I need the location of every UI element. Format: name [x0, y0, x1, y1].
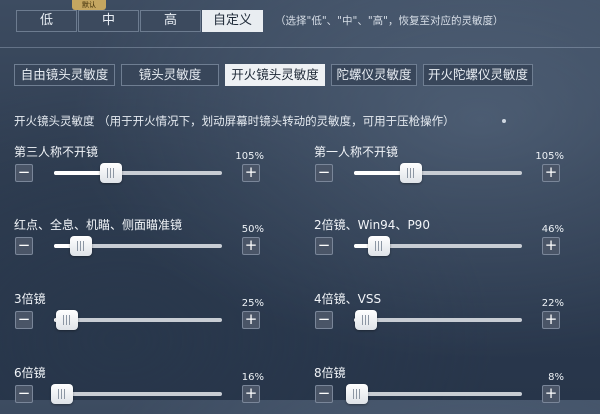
- preset-custom-button[interactable]: 自定义: [202, 10, 263, 32]
- slider-label: 红点、全息、机瞄、侧面瞄准镜: [14, 218, 183, 232]
- grip-line: [381, 241, 383, 251]
- slider-label: 2倍镜、Win94、P90: [314, 218, 430, 232]
- grip-line: [407, 168, 409, 178]
- grip-line: [364, 315, 366, 325]
- decrease-button[interactable]: −: [315, 237, 333, 255]
- preset-low-button[interactable]: 低: [16, 10, 77, 32]
- slider-value: 46%: [541, 224, 564, 235]
- slider-thumb[interactable]: [56, 310, 79, 330]
- grip-line: [82, 241, 84, 251]
- increase-button[interactable]: +: [242, 237, 260, 255]
- slider-track[interactable]: [54, 163, 222, 183]
- slider-track[interactable]: [354, 163, 522, 183]
- slider-thumb[interactable]: [100, 163, 123, 183]
- slider-red-dot: 红点、全息、机瞄、侧面瞄准镜 50% − +: [14, 216, 264, 266]
- slider-track[interactable]: [354, 310, 522, 330]
- grip-line: [410, 168, 412, 178]
- increase-button[interactable]: +: [542, 311, 560, 329]
- slider-label: 第一人称不开镜: [314, 145, 399, 159]
- slider-third-person: 第三人称不开镜 105% − +: [14, 143, 264, 193]
- preset-selector: 低 中 高 自定义: [16, 10, 264, 32]
- grip-line: [76, 241, 78, 251]
- decrease-button[interactable]: −: [315, 385, 333, 403]
- default-badge: 默认: [72, 0, 106, 10]
- slider-value: 105%: [235, 151, 264, 162]
- grip-line: [79, 241, 81, 251]
- grip-line: [413, 168, 415, 178]
- grip-line: [356, 389, 358, 399]
- slider-thumb[interactable]: [354, 310, 377, 330]
- grip-line: [359, 389, 361, 399]
- slider-track[interactable]: [54, 310, 222, 330]
- preset-high-button[interactable]: 高: [140, 10, 201, 32]
- slider-8x-scope: 8倍镜 8% − +: [314, 364, 564, 414]
- slider-thumb[interactable]: [51, 384, 74, 404]
- section-title: 开火镜头灵敏度 （用于开火情况下，划动屏幕时镜头转动的灵敏度，可用于压枪操作）: [14, 114, 455, 128]
- slider-6x-scope: 6倍镜 16% − +: [14, 364, 264, 414]
- slider-label: 第三人称不开镜: [14, 145, 99, 159]
- grip-line: [66, 315, 68, 325]
- grip-line: [113, 168, 115, 178]
- slider-thumb[interactable]: [368, 236, 391, 256]
- slider-value: 22%: [541, 298, 564, 309]
- slider-value: 25%: [241, 298, 264, 309]
- slider-2x-scope: 2倍镜、Win94、P90 46% − +: [314, 216, 564, 266]
- grip-line: [378, 241, 380, 251]
- grip-line: [61, 389, 63, 399]
- slider-value: 8%: [548, 372, 564, 383]
- decorative-dot: [502, 119, 506, 123]
- tab-camera[interactable]: 镜头灵敏度: [121, 64, 219, 86]
- tab-gyroscope[interactable]: 陀螺仪灵敏度: [331, 64, 417, 86]
- slider-thumb[interactable]: [346, 384, 369, 404]
- slider-value: 50%: [241, 224, 264, 235]
- grip-line: [58, 389, 60, 399]
- slider-label: 3倍镜: [14, 292, 46, 306]
- increase-button[interactable]: +: [242, 311, 260, 329]
- decrease-button[interactable]: −: [15, 237, 33, 255]
- slider-thumb[interactable]: [69, 236, 92, 256]
- decrease-button[interactable]: −: [15, 164, 33, 182]
- sensitivity-tabs: 自由镜头灵敏度 镜头灵敏度 开火镜头灵敏度 陀螺仪灵敏度 开火陀螺仪灵敏度: [14, 64, 539, 86]
- grip-line: [107, 168, 109, 178]
- decrease-button[interactable]: −: [15, 385, 33, 403]
- slider-4x-scope: 4倍镜、VSS 22% − +: [314, 290, 564, 340]
- decrease-button[interactable]: −: [315, 164, 333, 182]
- grip-line: [64, 389, 66, 399]
- decrease-button[interactable]: −: [315, 311, 333, 329]
- increase-button[interactable]: +: [542, 164, 560, 182]
- slider-value: 105%: [535, 151, 564, 162]
- grip-line: [367, 315, 369, 325]
- slider-label: 6倍镜: [14, 366, 46, 380]
- grip-line: [63, 315, 65, 325]
- grip-line: [110, 168, 112, 178]
- tab-fire-gyroscope[interactable]: 开火陀螺仪灵敏度: [423, 64, 533, 86]
- increase-button[interactable]: +: [242, 164, 260, 182]
- slider-track[interactable]: [354, 236, 522, 256]
- increase-button[interactable]: +: [542, 237, 560, 255]
- preset-medium-button[interactable]: 中: [78, 10, 139, 32]
- preset-hint: （选择"低"、"中"、"高"，恢复至对应的灵敏度）: [275, 15, 504, 27]
- divider: [0, 47, 600, 48]
- increase-button[interactable]: +: [542, 385, 560, 403]
- grip-line: [361, 315, 363, 325]
- slider-value: 16%: [241, 372, 264, 383]
- increase-button[interactable]: +: [242, 385, 260, 403]
- grip-line: [375, 241, 377, 251]
- grip-line: [69, 315, 71, 325]
- slider-track[interactable]: [54, 236, 222, 256]
- slider-first-person: 第一人称不开镜 105% − +: [314, 143, 564, 193]
- slider-label: 4倍镜、VSS: [314, 292, 382, 306]
- slider-track[interactable]: [346, 384, 522, 404]
- decrease-button[interactable]: −: [15, 311, 33, 329]
- slider-track[interactable]: [51, 384, 222, 404]
- slider-thumb[interactable]: [400, 163, 423, 183]
- slider-3x-scope: 3倍镜 25% − +: [14, 290, 264, 340]
- grip-line: [353, 389, 355, 399]
- tab-fire-camera[interactable]: 开火镜头灵敏度: [225, 64, 325, 86]
- tab-free-camera[interactable]: 自由镜头灵敏度: [14, 64, 115, 86]
- slider-label: 8倍镜: [314, 366, 346, 380]
